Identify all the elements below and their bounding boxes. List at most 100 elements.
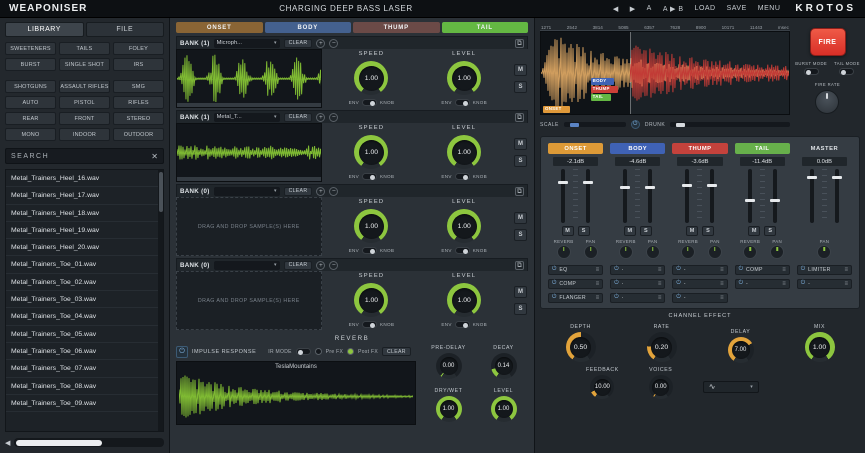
region-chip-thump[interactable]: THUMP: [591, 86, 618, 93]
env-knob-toggle[interactable]: [362, 321, 377, 328]
env-knob-toggle[interactable]: [455, 321, 470, 328]
engine-tab[interactable]: THUMP: [353, 22, 440, 33]
env-knob-toggle[interactable]: [362, 173, 377, 180]
delay-knob[interactable]: 7.00: [728, 337, 754, 363]
file-item[interactable]: Metal_Trainers_Toe_05.wav: [6, 326, 163, 343]
burst-mode-toggle[interactable]: [804, 68, 819, 75]
file-item[interactable]: Metal_Trainers_Toe_09.wav: [6, 395, 163, 412]
channel-mute-button[interactable]: M: [748, 226, 760, 236]
clear-button[interactable]: CLEAR: [284, 39, 313, 48]
category-button[interactable]: SWEETENERS: [5, 42, 56, 55]
fx-slot[interactable]: ⏻ - ≡: [672, 293, 727, 303]
category-button[interactable]: SINGLE SHOT: [59, 58, 110, 71]
ab-compare-button[interactable]: A ▶ B: [663, 5, 684, 13]
reverb-send-knob[interactable]: [557, 245, 571, 259]
channel-faders[interactable]: [623, 169, 652, 223]
channel-solo-button[interactable]: S: [764, 226, 776, 236]
env-knob-toggle[interactable]: [455, 247, 470, 254]
add-sample-icon[interactable]: +: [316, 261, 325, 270]
sample-waveform[interactable]: [176, 49, 322, 108]
speed-knob[interactable]: 1.00: [354, 135, 388, 169]
rate-knob[interactable]: 0.20: [647, 332, 677, 362]
category-button[interactable]: IRS: [113, 58, 164, 71]
fx-slot[interactable]: ⏻ - ≡: [610, 279, 665, 289]
reverb-level-knob[interactable]: 1.00: [491, 396, 517, 422]
expand-icon[interactable]: ⧉: [515, 113, 524, 122]
voices-knob[interactable]: 0.00: [649, 375, 673, 399]
ir-clear-button[interactable]: CLEAR: [382, 347, 411, 356]
pan-knob[interactable]: [708, 245, 722, 259]
category-button[interactable]: ASSAULT RIFLES: [59, 80, 110, 93]
reverb-send-knob[interactable]: [681, 245, 695, 259]
undo-icon[interactable]: ◀: [613, 5, 619, 13]
category-button[interactable]: STEREO: [113, 112, 164, 125]
lfo-shape-dropdown[interactable]: ∿ ▾: [703, 381, 759, 393]
env-knob-toggle[interactable]: [362, 247, 377, 254]
category-button[interactable]: SHOTGUNS: [5, 80, 56, 93]
timeline-display[interactable]: BODY THUMP TAIL ONSET: [540, 31, 790, 115]
menu-icon[interactable]: ≡: [720, 295, 724, 301]
solo-button[interactable]: S: [514, 229, 527, 241]
reverb-send-knob[interactable]: [743, 245, 757, 259]
clear-search-icon[interactable]: ✕: [151, 152, 158, 161]
file-item[interactable]: Metal_Trainers_Heel_17.wav: [6, 187, 163, 204]
level-knob[interactable]: 1.00: [447, 283, 481, 317]
channel-header[interactable]: TAIL: [735, 143, 790, 154]
power-icon[interactable]: ⏻: [614, 281, 618, 287]
sample-dropdown[interactable]: Metal_T... ▾: [214, 113, 280, 122]
solo-button[interactable]: S: [514, 303, 527, 315]
remove-sample-icon[interactable]: −: [329, 39, 338, 48]
file-item[interactable]: Metal_Trainers_Toe_07.wav: [6, 360, 163, 377]
power-icon[interactable]: ⏻: [552, 281, 556, 287]
feedback-knob[interactable]: 10.00: [590, 375, 614, 399]
fx-slot[interactable]: ⏻ - ≡: [672, 265, 727, 275]
solo-button[interactable]: S: [514, 155, 527, 167]
horizontal-scrollbar[interactable]: [14, 438, 164, 447]
expand-icon[interactable]: ⧉: [515, 187, 524, 196]
power-icon[interactable]: ⏻: [614, 295, 618, 301]
menu-icon[interactable]: ≡: [720, 281, 724, 287]
channel-solo-button[interactable]: S: [578, 226, 590, 236]
channel-header[interactable]: THUMP: [672, 143, 727, 154]
channel-solo-button[interactable]: S: [640, 226, 652, 236]
file-item[interactable]: Metal_Trainers_Toe_03.wav: [6, 291, 163, 308]
channel-mute-button[interactable]: M: [686, 226, 698, 236]
mute-button[interactable]: M: [514, 212, 527, 224]
mute-button[interactable]: M: [514, 286, 527, 298]
channel-faders[interactable]: [810, 169, 839, 223]
remove-sample-icon[interactable]: −: [329, 261, 338, 270]
category-button[interactable]: REAR: [5, 112, 56, 125]
ir-mode-toggle[interactable]: [296, 348, 311, 355]
fx-slot[interactable]: ⏻ - ≡: [672, 279, 727, 289]
channel-header[interactable]: BODY: [610, 143, 665, 154]
pre-delay-knob[interactable]: 0.00: [436, 353, 462, 379]
pan-knob[interactable]: [770, 245, 784, 259]
fire-button[interactable]: FIRE: [810, 28, 846, 56]
redo-icon[interactable]: ▶: [630, 5, 636, 13]
fx-slot[interactable]: ⏻ - ≡: [735, 279, 790, 289]
speed-knob[interactable]: 1.00: [354, 209, 388, 243]
mix-knob[interactable]: 1.00: [805, 332, 835, 362]
clear-button[interactable]: CLEAR: [284, 113, 313, 122]
category-button[interactable]: INDOOR: [59, 128, 110, 141]
remove-sample-icon[interactable]: −: [329, 187, 338, 196]
power-icon[interactable]: ⏻: [739, 267, 743, 273]
fx-slot[interactable]: ⏻ EQ ≡: [548, 265, 603, 275]
tab-library[interactable]: LIBRARY: [5, 22, 84, 37]
dry-wet-knob[interactable]: 1.00: [436, 396, 462, 422]
reverb-power-button[interactable]: ⏻: [176, 346, 188, 358]
mute-button[interactable]: M: [514, 64, 527, 76]
channel-solo-button[interactable]: S: [702, 226, 714, 236]
file-item[interactable]: Metal_Trainers_Toe_02.wav: [6, 274, 163, 291]
drunk-slider-thumb[interactable]: [676, 123, 685, 127]
sample-dropdown[interactable]: Microph... ▾: [214, 39, 280, 48]
fx-slot[interactable]: ⏻ COMP ≡: [548, 279, 603, 289]
master-pan-knob[interactable]: [817, 245, 831, 259]
category-button[interactable]: AUTO: [5, 96, 56, 109]
file-item[interactable]: Metal_Trainers_Toe_06.wav: [6, 343, 163, 360]
load-button[interactable]: LOAD: [695, 5, 716, 12]
env-knob-toggle[interactable]: [362, 99, 377, 106]
fire-rate-knob[interactable]: [815, 90, 839, 114]
scale-slider-thumb[interactable]: [570, 123, 579, 127]
expand-icon[interactable]: ⧉: [515, 261, 524, 270]
